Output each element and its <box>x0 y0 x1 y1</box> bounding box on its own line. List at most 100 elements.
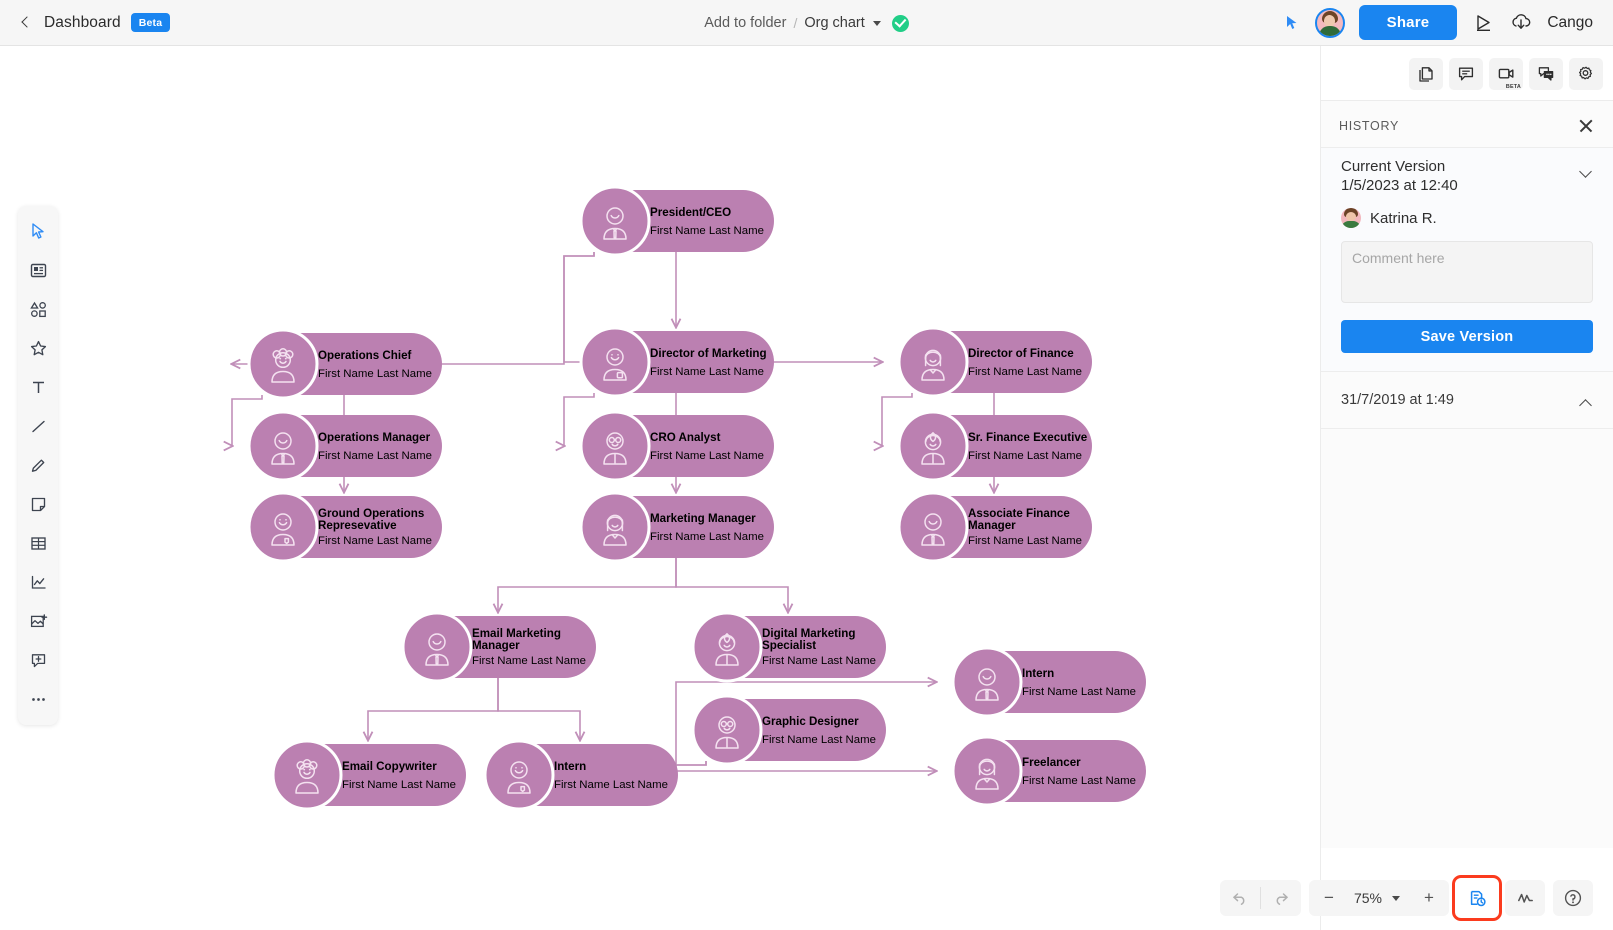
older-version-row[interactable]: 31/7/2019 at 1:49 <box>1321 372 1613 429</box>
redo-icon[interactable] <box>1261 880 1301 916</box>
help-circle-icon[interactable] <box>1553 880 1593 916</box>
chevron-left-icon[interactable] <box>18 15 34 31</box>
pen-tool[interactable] <box>18 446 58 485</box>
org-chart[interactable]: President/CEO First Name Last Name Operati… <box>0 46 1320 930</box>
org-node[interactable]: Marketing ManagerFirst Name Last Name <box>581 493 774 561</box>
org-node[interactable]: President/CEO First Name Last Name <box>581 187 774 255</box>
node-subtitle: First Name Last Name <box>1022 775 1136 787</box>
video-chat-button[interactable]: BETA <box>1489 58 1523 90</box>
node-subtitle: First Name Last Name <box>650 531 764 543</box>
person-tie-icon <box>415 625 459 669</box>
close-icon[interactable] <box>1577 117 1595 135</box>
activity-pulse-icon[interactable] <box>1505 880 1545 916</box>
chevron-up-icon[interactable] <box>1579 396 1593 410</box>
node-title: President/CEO <box>650 206 731 219</box>
zoom-in-button[interactable]: + <box>1409 880 1449 916</box>
current-version-label: Current Version <box>1341 158 1458 175</box>
chevron-down-icon[interactable] <box>873 21 881 26</box>
select-tool[interactable] <box>18 212 58 251</box>
document-title[interactable]: Org chart <box>804 15 864 31</box>
person-tie-icon <box>593 199 637 243</box>
person-tie-icon <box>911 505 955 549</box>
chat-button[interactable] <box>1529 58 1563 90</box>
connector <box>368 678 498 740</box>
history-title: HISTORY <box>1339 119 1399 133</box>
org-node[interactable]: CRO AnalystFirst Name Last Name <box>581 412 774 480</box>
shapes-tool[interactable] <box>18 290 58 329</box>
cloud-download-icon[interactable] <box>1509 11 1533 35</box>
right-panel-toolstrip: BETA <box>1321 46 1613 98</box>
org-node[interactable]: FreelancerFirst Name Last Name <box>953 737 1146 805</box>
canvas[interactable]: President/CEO First Name Last Name Operati… <box>0 46 1320 930</box>
person-buns-icon <box>261 342 305 386</box>
gear-icon[interactable] <box>1569 58 1603 90</box>
node-subtitle: First Name Last Name <box>762 655 876 667</box>
right-panel: BETA HISTORY Current Version 1/5/2023 at… <box>1320 46 1613 930</box>
org-node[interactable]: Email MarketingManagerFirst Name Last Na… <box>403 613 596 681</box>
sticky-note-tool[interactable] <box>18 485 58 524</box>
comments-button[interactable] <box>1449 58 1483 90</box>
node-subtitle: First Name Last Name <box>650 366 764 378</box>
current-version-date: 1/5/2023 at 12:40 <box>1341 177 1458 194</box>
history-panel: HISTORY Current Version 1/5/2023 at 12:4… <box>1321 100 1613 848</box>
node-subtitle: First Name Last Name <box>342 779 456 791</box>
org-node[interactable]: Director of FinanceFirst Name Last Name <box>899 328 1092 396</box>
top-bar: Dashboard Beta Add to folder / Org chart… <box>0 0 1613 46</box>
zoom-level[interactable]: 75% <box>1349 890 1387 906</box>
org-node[interactable]: Ground OperationsRepresevativeFirst Name… <box>249 493 442 561</box>
person-badge-icon <box>593 340 637 384</box>
chevron-down-icon[interactable] <box>1579 164 1593 178</box>
node-subtitle: First Name Last Name <box>762 734 876 746</box>
template-tool[interactable] <box>18 251 58 290</box>
zoom-out-button[interactable]: − <box>1309 880 1349 916</box>
save-version-button[interactable]: Save Version <box>1341 320 1593 353</box>
person-glasses-icon <box>705 708 749 752</box>
version-author: Katrina R. <box>1370 210 1437 227</box>
line-tool[interactable] <box>18 407 58 446</box>
org-node[interactable]: Operations ManagerFirst Name Last Name <box>249 412 442 480</box>
comment-plus-tool[interactable] <box>18 641 58 680</box>
node-subtitle: First Name Last Name <box>650 225 764 237</box>
cursor-pointer-icon[interactable] <box>1283 14 1301 32</box>
org-node[interactable]: Sr. Finance ExecutiveFirst Name Last Nam… <box>899 412 1092 480</box>
chevron-down-icon[interactable] <box>1392 896 1400 901</box>
node-title: Intern <box>1022 667 1054 680</box>
add-to-folder-link[interactable]: Add to folder <box>704 15 786 31</box>
person-buns-icon <box>285 753 329 797</box>
node-title: Director of Marketing <box>650 347 767 360</box>
undo-icon[interactable] <box>1220 880 1260 916</box>
user-avatar[interactable] <box>1315 8 1345 38</box>
pages-button[interactable] <box>1409 58 1443 90</box>
person-long-hair-icon <box>593 505 637 549</box>
favorites-tool[interactable] <box>18 329 58 368</box>
org-node[interactable]: Associate FinanceManagerFirst Name Last … <box>899 493 1092 561</box>
org-node[interactable]: Digital MarketingSpecialistFirst Name La… <box>693 613 886 681</box>
org-node[interactable]: Director of Marketing First Name Last Nam… <box>581 328 774 396</box>
org-node[interactable]: Graphic DesignerFirst Name Last Name <box>693 696 886 764</box>
org-node[interactable]: Email Copywriter First Name Last Name <box>273 741 466 809</box>
account-name[interactable]: Cango <box>1547 14 1593 32</box>
org-node[interactable]: Operations ChiefFirst Name Last Name <box>249 330 442 398</box>
connector <box>676 558 788 612</box>
node-subtitle: First Name Last Name <box>318 535 432 547</box>
zoom-group: − 75% + <box>1309 880 1449 916</box>
table-tool[interactable] <box>18 524 58 563</box>
dashboard-link[interactable]: Dashboard <box>44 14 121 32</box>
left-toolbar <box>18 206 58 725</box>
node-title: Intern <box>554 760 586 773</box>
person-glasses-icon <box>593 424 637 468</box>
text-tool[interactable] <box>18 368 58 407</box>
org-node[interactable]: InternFirst Name Last Name <box>953 648 1146 716</box>
org-node[interactable]: InternFirst Name Last Name <box>485 741 678 809</box>
more-tools[interactable] <box>18 680 58 719</box>
person-long-hair-icon <box>911 340 955 384</box>
image-plus-tool[interactable] <box>18 602 58 641</box>
breadcrumb-separator: / <box>793 15 797 31</box>
node-title: Email Copywriter <box>342 760 437 773</box>
comment-input[interactable] <box>1341 241 1593 303</box>
present-play-icon[interactable] <box>1471 11 1495 35</box>
chart-tool[interactable] <box>18 563 58 602</box>
undo-redo-group <box>1220 880 1301 916</box>
share-button[interactable]: Share <box>1359 5 1458 40</box>
version-history-icon[interactable] <box>1457 880 1497 916</box>
